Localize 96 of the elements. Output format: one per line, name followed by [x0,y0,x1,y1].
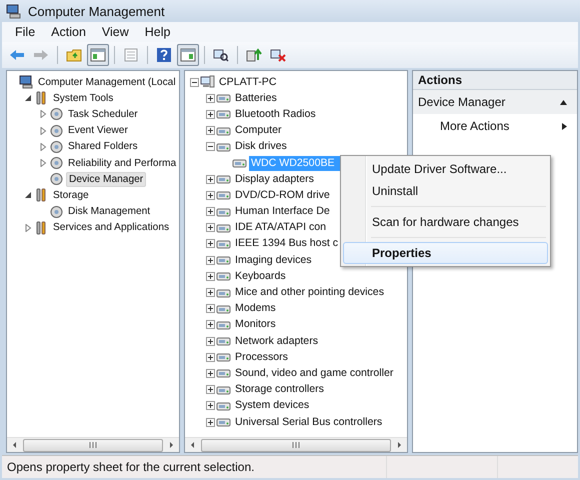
collapse-arrow-icon[interactable] [24,94,32,102]
pane-icon [90,48,106,62]
expand-icon[interactable] [206,223,214,232]
tree-item[interactable]: Batteries [233,90,279,106]
expand-icon[interactable] [206,288,214,298]
expand-icon[interactable] [206,352,214,362]
menu-item[interactable]: Uninstall [343,180,548,202]
tree-item[interactable]: System devices [233,398,312,414]
expand-icon[interactable] [206,418,214,427]
tree-item[interactable]: Sound, video and game controller [233,366,396,381]
expand-icon[interactable] [206,336,214,346]
expand-arrow-icon[interactable] [39,142,47,151]
menu-item[interactable]: Help [138,25,178,39]
expand-icon[interactable] [206,110,214,119]
submenu-arrow-icon [562,122,567,130]
pane-icon [180,48,196,62]
tree-item[interactable]: IDE ATA/ATAPI con [233,220,328,236]
collapse-icon[interactable] [190,78,198,87]
expand-icon[interactable] [206,385,214,394]
folder-icon [66,48,82,62]
properties-icon [123,48,139,62]
menu-item[interactable]: File [8,25,42,39]
scroll-left-icon[interactable] [189,441,197,449]
collapse-icon [560,100,567,104]
menu-item[interactable]: View [94,25,136,39]
tree-item[interactable]: Storage [51,188,91,203]
tree-item[interactable]: Task Scheduler [66,106,140,122]
tree-item[interactable]: Network adapters [233,334,320,349]
update-icon [246,48,262,62]
expand-icon[interactable] [206,256,214,265]
actions-header: Actions [413,71,577,90]
tree-item[interactable]: Display adapters [233,172,316,187]
tree-item[interactable]: System Tools [51,90,116,106]
tree-item[interactable]: Shared Folders [66,139,140,154]
toolbar-button[interactable] [87,44,109,66]
forward-arrow-icon [33,49,49,61]
back-arrow-icon [9,49,25,61]
window-title: Computer Management [28,4,165,18]
horizontal-scrollbar[interactable] [185,437,407,452]
expand-arrow-icon[interactable] [24,224,32,232]
expand-icon[interactable] [206,304,214,314]
tree-item[interactable]: Human Interface De [233,204,332,220]
uninstall-icon [270,48,286,62]
expand-arrow-icon[interactable] [39,110,47,118]
menu-item[interactable]: Scan for hardware changes [343,211,548,233]
expand-icon[interactable] [206,401,214,410]
tree-item[interactable]: Disk drives [233,139,289,154]
tree-item[interactable]: Modems [233,301,278,316]
tree-item[interactable]: Universal Serial Bus controllers [233,414,384,430]
help-icon [156,47,172,63]
tree-item[interactable]: Computer Management (Local [36,74,178,90]
tree-item[interactable]: Services and Applications [51,220,172,236]
toolbar-button[interactable] [177,44,199,66]
expand-icon[interactable] [206,368,214,378]
scroll-left-icon[interactable] [11,441,19,449]
expand-icon[interactable] [206,126,214,136]
computer-icon [19,75,34,90]
action-item[interactable]: More Actions [413,114,577,138]
tree-item[interactable]: Reliability and Performa [66,156,178,171]
tree-item[interactable]: Disk Management [66,204,152,220]
tree-item[interactable]: Storage controllers [233,382,326,398]
tree-item[interactable]: DVD/CD-ROM drive [233,188,332,203]
status-text: Opens property sheet for the current selection. [6,460,256,474]
expand-icon[interactable] [206,190,214,200]
menu-item[interactable]: Properties [343,242,548,264]
expand-arrow-icon[interactable] [39,126,47,135]
expand-arrow-icon[interactable] [39,159,47,168]
scan-icon [213,48,229,62]
expand-icon[interactable] [206,320,214,330]
expand-icon[interactable] [206,174,214,184]
tree-item[interactable]: Event Viewer [66,123,130,138]
scroll-right-icon[interactable] [395,441,403,449]
tree-item[interactable]: Keyboards [233,268,288,284]
expand-icon[interactable] [206,94,214,103]
tree-item[interactable]: Mice and other pointing devices [233,285,386,300]
tree-item[interactable]: Imaging devices [233,252,314,268]
tree-item[interactable]: Computer [233,123,284,138]
grip-icon [292,442,300,448]
action-section[interactable]: Device Manager [413,90,577,114]
computer-icon [6,4,22,18]
expand-icon[interactable] [206,239,214,248]
tree-item[interactable]: Device Manager [66,172,146,187]
tree-item[interactable]: Processors [233,350,290,365]
tree-item[interactable]: CPLATT-PC [217,74,278,90]
tree-item[interactable]: Monitors [233,317,278,332]
expand-icon[interactable] [206,207,214,216]
menu-item[interactable]: Action [44,25,93,39]
scroll-right-icon[interactable] [167,441,175,449]
expand-icon[interactable] [206,272,214,281]
collapse-arrow-icon[interactable] [24,191,32,200]
horizontal-scrollbar[interactable] [7,437,179,452]
tree-item[interactable]: IEEE 1394 Bus host c [233,236,340,252]
grip-icon [89,442,97,448]
tree-item[interactable]: Bluetooth Radios [233,106,318,122]
computer-icon [200,75,215,90]
collapse-icon[interactable] [206,142,214,152]
